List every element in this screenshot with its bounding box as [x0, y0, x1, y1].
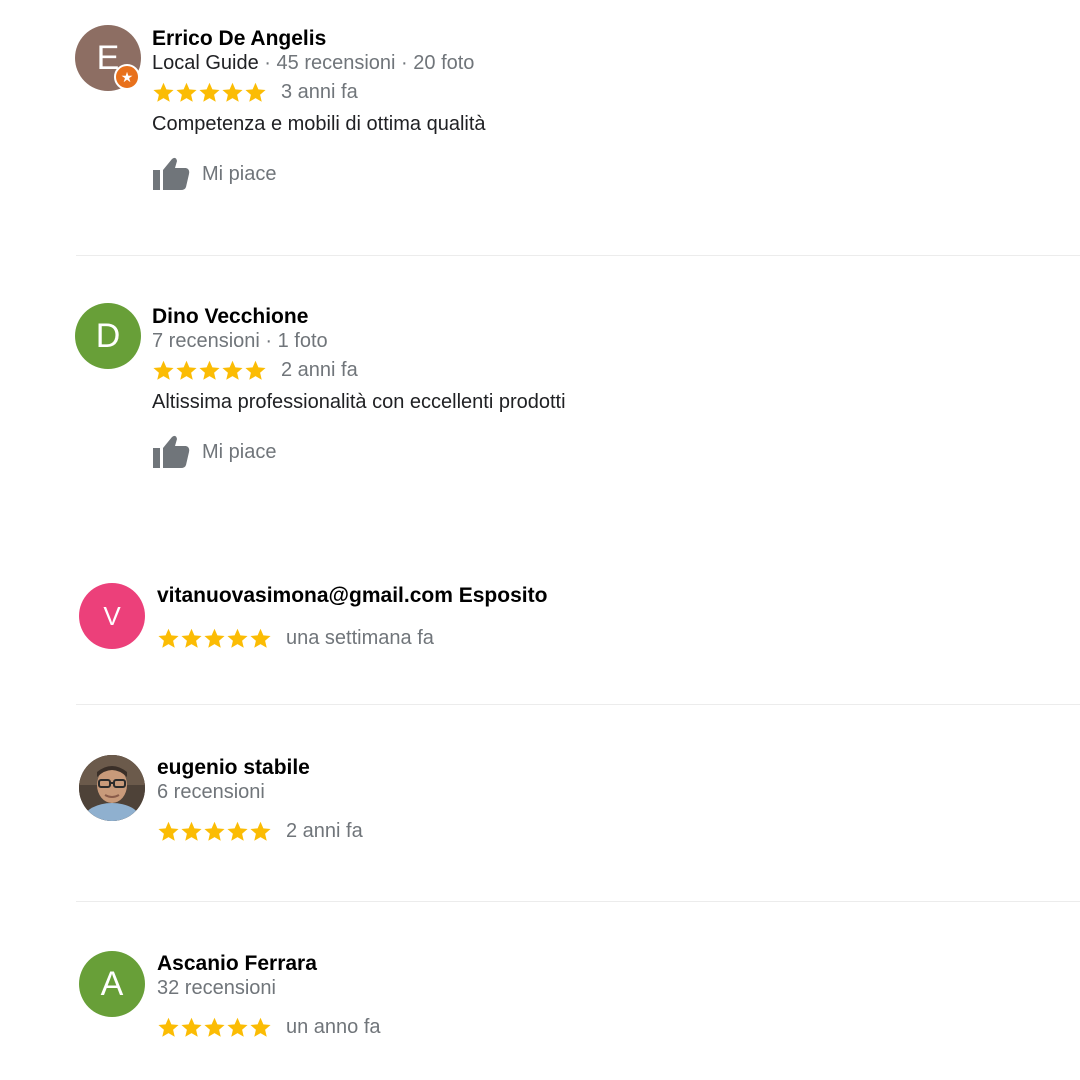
star-icon [181, 628, 202, 648]
rating-row: una settimana fa [157, 624, 547, 652]
divider [76, 704, 1080, 705]
divider [76, 901, 1080, 902]
thumbs-up-icon [153, 435, 190, 468]
star-rating [157, 820, 272, 843]
profile-photo-image [79, 755, 145, 821]
review-date: una settimana fa [286, 627, 434, 649]
star-icon [245, 360, 266, 380]
avatar[interactable]: A [79, 951, 145, 1017]
review-text: Altissima professionalità con eccellenti… [152, 391, 566, 413]
star-icon [250, 821, 271, 841]
review-date: 2 anni fa [281, 359, 358, 381]
reviewer-name[interactable]: Ascanio Ferrara [157, 951, 381, 976]
review-date: un anno fa [286, 1016, 381, 1038]
thumbs-up-icon [153, 157, 190, 190]
avatar[interactable] [79, 755, 145, 821]
rating-row: 2 anni fa [157, 817, 363, 845]
local-guide-label: Local Guide [152, 52, 259, 74]
rating-row: 2 anni fa [152, 356, 566, 384]
star-icon [222, 360, 243, 380]
avatar-initial: D [95, 317, 121, 355]
star-icon [227, 1017, 248, 1037]
star-icon [199, 82, 220, 102]
star-icon [227, 821, 248, 841]
star-icon [153, 360, 174, 380]
reviewer-name[interactable]: vitanuovasimona@gmail.com Esposito [157, 583, 547, 608]
star-rating [157, 627, 272, 650]
reviewer-name[interactable]: Dino Vecchione [152, 304, 566, 329]
rating-row: 3 anni fa [152, 78, 486, 106]
review-date: 3 anni fa [281, 81, 358, 103]
star-icon [250, 1017, 271, 1037]
avatar-initial: A [100, 965, 124, 1003]
star-icon [250, 628, 271, 648]
reviewer-meta[interactable]: 6 recensioni [157, 780, 363, 804]
star-icon [176, 360, 197, 380]
star-icon [158, 821, 179, 841]
rating-row: un anno fa [157, 1013, 381, 1041]
star-rating [152, 81, 267, 104]
star-icon [204, 821, 225, 841]
review-date: 2 anni fa [286, 820, 363, 842]
star-rating [152, 359, 267, 382]
star-icon [153, 82, 174, 102]
reviewer-meta[interactable]: 32 recensioni [157, 976, 381, 1000]
avatar-initial: V [103, 601, 121, 631]
star-icon [227, 628, 248, 648]
star-icon [181, 821, 202, 841]
star-icon [204, 1017, 225, 1037]
like-button[interactable]: Mi piace [152, 434, 566, 470]
review-text: Competenza e mobili di ottima qualità [152, 113, 486, 135]
local-guide-badge-icon: ★ [114, 64, 140, 90]
star-icon [158, 628, 179, 648]
star-icon [176, 82, 197, 102]
avatar[interactable]: E ★ [75, 25, 141, 91]
reviewer-meta[interactable]: Local Guide · 45 recensioni · 20 foto [152, 51, 486, 75]
star-icon [158, 1017, 179, 1037]
reviewer-meta[interactable]: 7 recensioni · 1 foto [152, 329, 566, 353]
reviewer-name[interactable]: Errico De Angelis [152, 26, 486, 51]
like-label: Mi piace [202, 441, 277, 463]
divider [76, 255, 1080, 256]
star-icon [199, 360, 220, 380]
like-button[interactable]: Mi piace [152, 156, 486, 192]
star-icon [222, 82, 243, 102]
reviewer-name[interactable]: eugenio stabile [157, 755, 363, 780]
avatar[interactable]: D [75, 303, 141, 369]
reviewer-stats: · 45 recensioni · 20 foto [258, 52, 475, 74]
like-label: Mi piace [202, 163, 277, 185]
star-icon [204, 628, 225, 648]
star-icon [181, 1017, 202, 1037]
star-icon [245, 82, 266, 102]
avatar[interactable]: V [79, 583, 145, 649]
star-rating [157, 1016, 272, 1039]
